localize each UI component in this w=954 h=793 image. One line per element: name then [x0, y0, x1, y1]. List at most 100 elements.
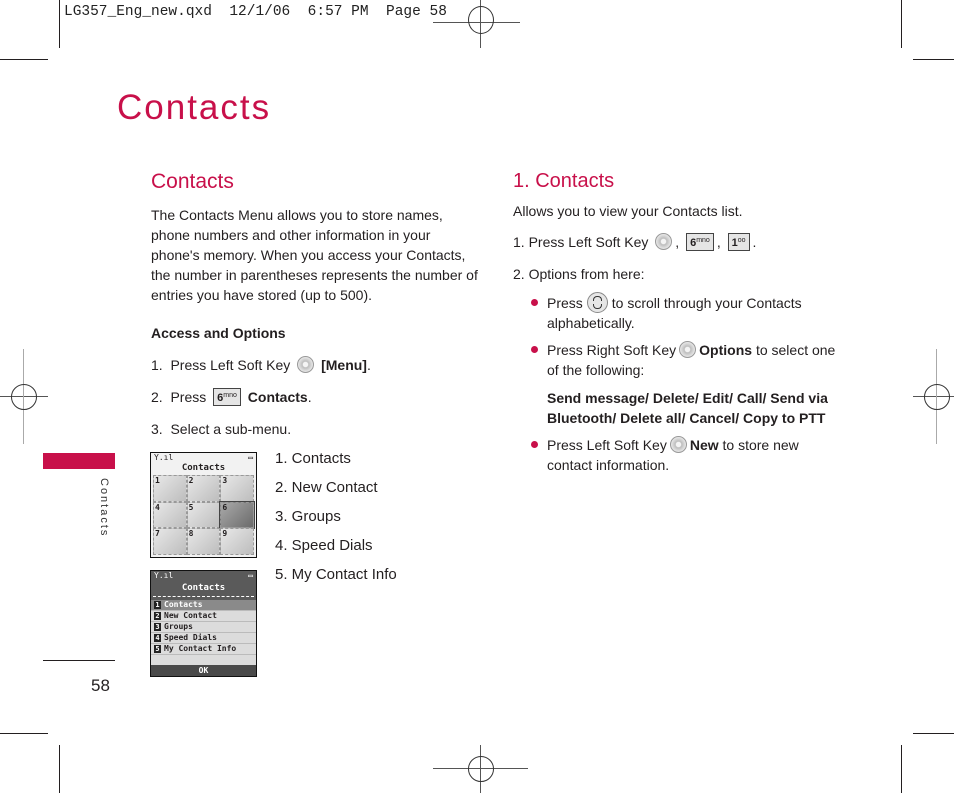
- cell-number: 7: [155, 529, 160, 539]
- screen-list-item: 4 Speed Dials: [151, 633, 256, 644]
- step-target: Contacts: [247, 389, 308, 405]
- signal-icon: Y.ıl: [154, 571, 174, 580]
- left-soft-key-icon: [297, 356, 315, 373]
- item-number: 5: [154, 645, 161, 653]
- intro-line: the number in parentheses represents the…: [151, 267, 478, 283]
- screen-title: Contacts: [181, 583, 226, 593]
- punctuation: ,: [675, 234, 680, 250]
- key-sub: mno: [696, 237, 710, 244]
- intro-line: phone numbers and other information in y…: [151, 227, 431, 243]
- soft-key-bar: OK: [151, 665, 256, 676]
- slug-file: LG357_Eng_new.qxd: [64, 4, 212, 20]
- cell-number: 3: [222, 476, 228, 485]
- intro-line: The Contacts Menu allows you to store na…: [151, 207, 443, 223]
- section-tab-label: Contacts: [98, 478, 110, 538]
- punctuation: .: [366, 357, 371, 373]
- key-1-voicemail-icon: 1oo: [727, 233, 750, 251]
- phone-screen-list: Y.ıl ▭ Contacts 1 Contacts 2 New Contact 3…: [150, 570, 257, 677]
- grid-cell: 9: [220, 528, 254, 555]
- key-6-icon: 6mno: [213, 388, 241, 406]
- bullet-icon: [531, 441, 538, 448]
- status-bar: Y.ıl ▭: [151, 453, 256, 463]
- cell-number: 4: [155, 502, 160, 512]
- section-intro: Allows you to view your Contacts list.: [513, 203, 743, 219]
- submenu-item: 4. Speed Dials: [275, 537, 373, 554]
- right-step-2: 2. Options from here:: [513, 266, 645, 282]
- submenu-item: 1. Contacts: [275, 450, 351, 467]
- access-options-heading: Access and Options: [151, 325, 286, 341]
- crop-mark: [0, 733, 48, 734]
- phone-screen-grid: Y.ıl ▭ Contacts 1 2 3 4 5 6 7 8 9: [150, 452, 257, 558]
- bullet-icon: [531, 299, 538, 306]
- screen-list-item: 2 New Contact: [151, 611, 256, 622]
- page-number: 58: [91, 676, 110, 695]
- item-number: 2: [154, 612, 161, 620]
- step-target: [Menu]: [321, 357, 367, 373]
- bullet-text: to store new: [722, 437, 799, 453]
- bullet-text: contact information.: [547, 457, 670, 473]
- bullet-icon: [531, 346, 538, 353]
- key-6-icon: 6mno: [686, 233, 714, 251]
- slug-time: 6:57 PM: [307, 4, 369, 20]
- screen-list-item-selected: 1 Contacts: [151, 600, 256, 611]
- cell-number: 9: [222, 529, 228, 539]
- page-title: Contacts: [117, 88, 272, 127]
- crop-mark: [0, 59, 48, 60]
- item-number: 3: [154, 623, 161, 631]
- slug-date: 12/1/06: [229, 4, 291, 20]
- intro-line: entries you have stored (up to 500).: [151, 287, 373, 303]
- options-line: Bluetooth/ Delete all/ Cancel/ Copy to P…: [547, 410, 826, 426]
- left-soft-key-icon: [655, 233, 673, 250]
- key-sub: oo: [737, 237, 746, 244]
- bullet-text: of the following:: [547, 362, 645, 378]
- submenu-item: 2. New Contact: [275, 479, 378, 496]
- grid-cell: 8: [186, 528, 221, 555]
- options-line: Send message/ Delete/ Edit/ Call/ Send v…: [547, 390, 828, 406]
- crop-mark: [59, 0, 60, 48]
- cell-number: 2: [188, 476, 194, 485]
- bullet-text: alphabetically.: [547, 315, 635, 331]
- step-1: 1. Press Left Soft Key [Menu].: [151, 355, 371, 375]
- bullet-text: to scroll through your Contacts: [611, 295, 802, 311]
- grid-cell: 5: [186, 501, 221, 529]
- step-3: 3. Select a sub-menu.: [151, 419, 291, 439]
- bullet-text: Press: [547, 295, 583, 311]
- menu-grid: 1 2 3 4 5 6 7 8 9: [153, 475, 255, 555]
- grid-cell: 4: [153, 501, 187, 529]
- battery-icon: ▭: [248, 571, 253, 580]
- slug-page: Page 58: [386, 4, 447, 20]
- key-sub: mno: [223, 392, 237, 399]
- section-heading: 1. Contacts: [513, 170, 615, 192]
- section-tab: [43, 453, 115, 469]
- bullet-item: Press Left Soft Key New to store new cont…: [547, 435, 799, 475]
- cell-number: 8: [188, 529, 194, 539]
- battery-icon: ▭: [248, 453, 253, 462]
- bullet-text: to select one: [755, 342, 836, 358]
- step-text: Select a sub-menu.: [170, 421, 292, 437]
- navigation-key-icon: [586, 292, 608, 313]
- submenu-item: 5. My Contact Info: [275, 566, 397, 583]
- step-text: 1. Press Left Soft Key: [513, 234, 649, 250]
- bullet-text: Press Left Soft Key: [547, 437, 667, 453]
- options-list: Send message/ Delete/ Edit/ Call/ Send v…: [547, 388, 828, 428]
- step-number: 2.: [151, 389, 163, 405]
- screen-title: Contacts: [181, 463, 226, 473]
- step-2: 2. Press 6mno Contacts.: [151, 387, 312, 407]
- item-label: Speed Dials: [164, 633, 217, 642]
- item-number: 1: [154, 601, 161, 609]
- bullet-item: Press to scroll through your Contacts alp…: [547, 292, 802, 333]
- bullet-item: Press Right Soft Key Options to select on…: [547, 340, 835, 380]
- cell-number: 1: [155, 476, 160, 485]
- item-label: Contacts: [164, 600, 203, 609]
- crop-mark: [913, 733, 954, 734]
- bullet-keyword: New: [689, 437, 719, 453]
- grid-cell-selected: 6: [219, 500, 255, 530]
- cell-number: 6: [222, 502, 228, 512]
- print-slug: LG357_Eng_new.qxd 12/1/06 6:57 PM Page 5…: [64, 4, 447, 20]
- section-heading: Contacts: [151, 170, 234, 193]
- grid-cell: 3: [220, 475, 254, 502]
- punctuation: .: [752, 234, 757, 250]
- bullet-text: Press Right Soft Key: [547, 342, 677, 358]
- intro-paragraph: The Contacts Menu allows you to store na…: [151, 205, 481, 305]
- punctuation: ,: [716, 234, 721, 250]
